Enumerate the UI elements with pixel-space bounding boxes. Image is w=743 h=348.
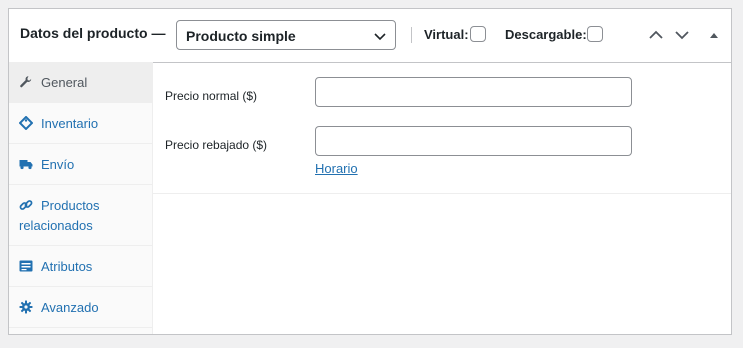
product-data-panel: Datos del producto — Producto simple Vir… <box>8 8 732 335</box>
tab-advanced[interactable]: Avanzado <box>9 287 152 328</box>
tab-shipping[interactable]: Envío <box>9 144 152 185</box>
truck-icon <box>19 160 33 170</box>
tab-attributes[interactable]: Atributos <box>9 246 152 287</box>
header-divider <box>411 27 412 43</box>
tab-linked-products-label-line2: relacionados <box>19 218 93 233</box>
tab-linked-products[interactable]: Productos relacionados <box>9 185 152 246</box>
schedule-link[interactable]: Horario <box>315 161 358 176</box>
product-type-value: Producto simple <box>186 28 296 44</box>
chevron-down-icon <box>374 33 386 41</box>
downloadable-checkbox[interactable] <box>587 26 603 42</box>
gear-icon <box>19 300 33 314</box>
product-type-select[interactable]: Producto simple <box>176 20 396 50</box>
link-icon <box>19 200 33 210</box>
tab-attributes-label: Atributos <box>41 259 93 274</box>
tab-inventory-label: Inventario <box>41 116 99 131</box>
tab-inventory[interactable]: Inventario <box>9 103 152 144</box>
general-options-panel: Precio normal ($) Precio rebajado ($) Ho… <box>153 62 731 194</box>
tag-icon <box>19 116 33 130</box>
tab-general[interactable]: General <box>9 62 152 103</box>
wrench-icon <box>20 76 32 88</box>
tab-advanced-label: Avanzado <box>41 300 99 315</box>
regular-price-input[interactable] <box>315 77 632 107</box>
regular-price-label: Precio normal ($) <box>165 89 258 103</box>
list-icon <box>19 260 33 272</box>
move-down-icon[interactable] <box>674 27 690 43</box>
tab-linked-products-label-line1: Productos <box>41 198 100 213</box>
panel-title: Datos del producto — <box>20 25 166 41</box>
panel-header: Datos del producto — Producto simple Vir… <box>9 9 731 63</box>
downloadable-label: Descargable: <box>505 27 587 42</box>
product-data-tabs: General Inventario Envío Productos relac… <box>9 62 153 334</box>
collapse-toggle-icon[interactable] <box>706 27 722 43</box>
sale-price-input[interactable] <box>315 126 632 156</box>
tab-shipping-label: Envío <box>41 157 75 172</box>
move-up-icon[interactable] <box>648 27 664 43</box>
virtual-checkbox[interactable] <box>470 26 486 42</box>
tab-general-label: General <box>41 75 88 90</box>
sale-price-label: Precio rebajado ($) <box>165 138 268 152</box>
virtual-label: Virtual: <box>424 27 469 42</box>
